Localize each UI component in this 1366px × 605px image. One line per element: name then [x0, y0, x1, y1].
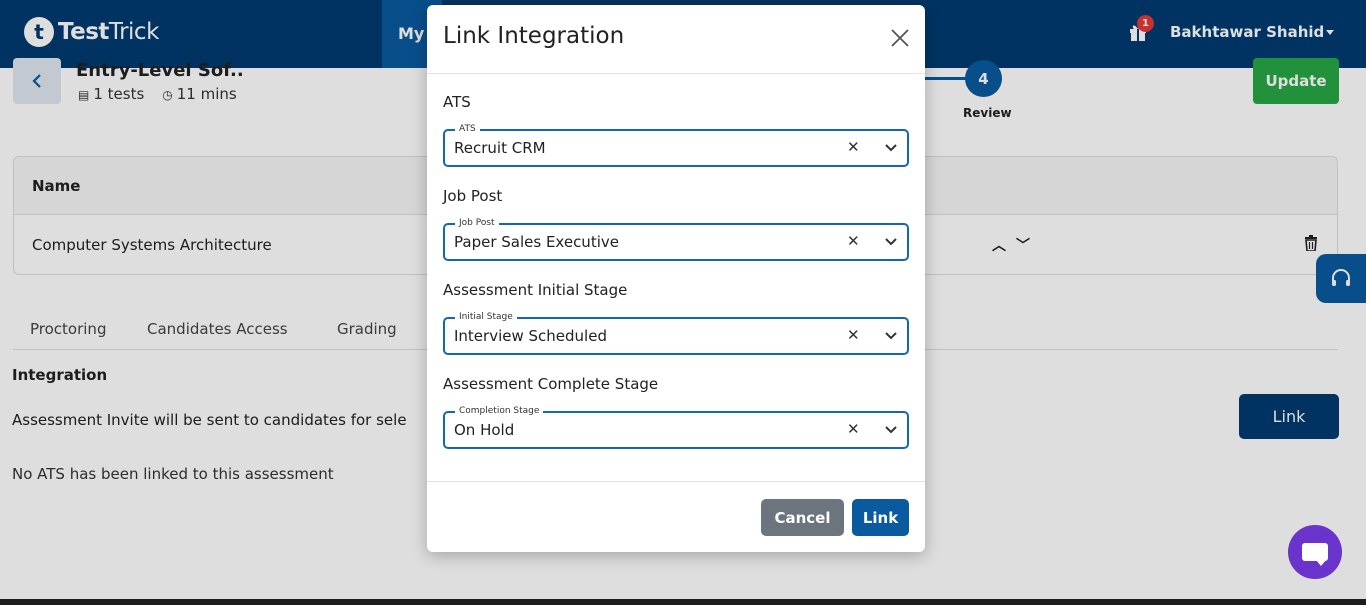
close-icon[interactable] [889, 27, 911, 49]
chevron-down-icon[interactable] [885, 143, 897, 153]
job-post-select-legend: Job Post [455, 217, 499, 229]
ats-select-legend: ATS [455, 123, 480, 135]
chat-button[interactable] [1288, 525, 1342, 579]
job-post-select-value: Paper Sales Executive [454, 233, 619, 251]
completion-stage-select-value: On Hold [454, 421, 515, 439]
chevron-down-icon[interactable] [885, 331, 897, 341]
completion-stage-select[interactable]: Completion Stage On Hold ✕ [443, 405, 909, 449]
modal-header: Link Integration [427, 5, 925, 74]
chevron-down-icon[interactable] [885, 425, 897, 435]
completion-stage-select-legend: Completion Stage [455, 405, 544, 417]
ats-label: ATS [443, 93, 471, 111]
modal-footer-divider [427, 481, 925, 482]
job-post-select[interactable]: Job Post Paper Sales Executive ✕ [443, 217, 909, 261]
clear-icon[interactable]: ✕ [847, 420, 860, 438]
link-integration-modal: Link Integration ATS ATS Recruit CRM ✕ J… [427, 5, 925, 552]
ats-select[interactable]: ATS Recruit CRM ✕ [443, 123, 909, 167]
ats-select-value: Recruit CRM [454, 139, 546, 157]
complete-stage-label: Assessment Complete Stage [443, 375, 659, 393]
clear-icon[interactable]: ✕ [847, 326, 860, 344]
initial-stage-select-legend: Initial Stage [455, 311, 517, 323]
cancel-button[interactable]: Cancel [761, 499, 844, 536]
clear-icon[interactable]: ✕ [847, 232, 860, 250]
initial-stage-select[interactable]: Initial Stage Interview Scheduled ✕ [443, 311, 909, 355]
clear-icon[interactable]: ✕ [847, 138, 860, 156]
initial-stage-label: Assessment Initial Stage [443, 281, 628, 299]
chevron-down-icon[interactable] [885, 237, 897, 247]
job-post-label: Job Post [443, 187, 503, 205]
chat-icon [1302, 543, 1328, 566]
link-button[interactable]: Link [852, 499, 909, 536]
modal-title: Link Integration [443, 23, 625, 49]
initial-stage-select-value: Interview Scheduled [454, 327, 607, 345]
